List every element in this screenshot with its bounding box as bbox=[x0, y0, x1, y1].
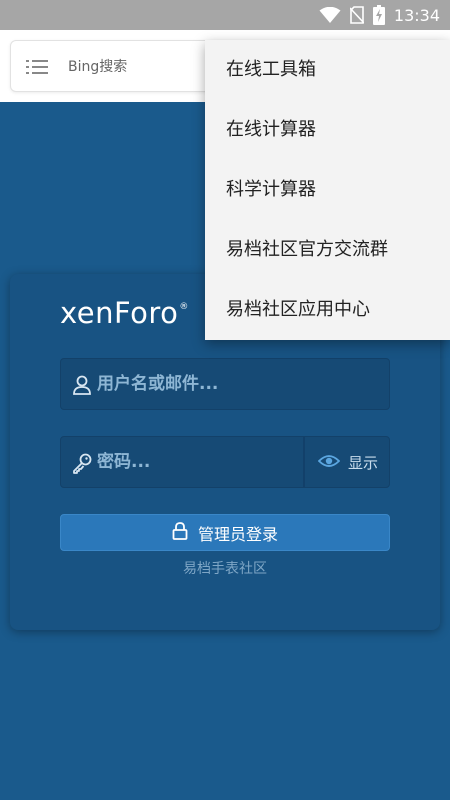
battery-charging-icon bbox=[372, 5, 385, 25]
user-icon bbox=[71, 374, 93, 396]
menu-item-online-toolbox[interactable]: 在线工具箱 bbox=[205, 40, 450, 100]
site-name-footer: 易档手表社区 bbox=[183, 561, 267, 577]
username-field[interactable] bbox=[60, 358, 390, 410]
show-password-toggle[interactable]: 显示 bbox=[305, 437, 391, 487]
menu-item-community-group[interactable]: 易档社区官方交流群 bbox=[205, 220, 450, 280]
no-sim-icon bbox=[349, 6, 364, 24]
menu-item-online-calculator[interactable]: 在线计算器 bbox=[205, 100, 450, 160]
admin-login-label: 管理员登录 bbox=[197, 524, 278, 544]
status-icons: 13:34 bbox=[319, 0, 440, 30]
xenforo-logo: xenForo® bbox=[60, 296, 189, 330]
status-bar: 13:34 bbox=[0, 0, 450, 30]
list-menu-icon[interactable] bbox=[26, 58, 48, 76]
logo-registered-mark: ® bbox=[179, 302, 189, 312]
username-input[interactable] bbox=[97, 359, 347, 409]
admin-login-button[interactable]: 管理员登录 bbox=[60, 514, 390, 551]
key-icon bbox=[71, 452, 93, 474]
logo-text: xenForo bbox=[60, 296, 179, 330]
show-password-label: 显示 bbox=[347, 453, 378, 472]
eye-icon bbox=[317, 453, 341, 472]
overflow-menu: 在线工具箱 在线计算器 科学计算器 易档社区官方交流群 易档社区应用中心 bbox=[205, 40, 450, 340]
status-clock: 13:34 bbox=[393, 5, 440, 25]
menu-item-app-center[interactable]: 易档社区应用中心 bbox=[205, 280, 450, 340]
password-field[interactable]: 显示 bbox=[60, 436, 390, 488]
wifi-icon bbox=[319, 7, 341, 23]
search-input[interactable]: Bing搜索 bbox=[68, 41, 127, 93]
password-input[interactable] bbox=[97, 437, 297, 487]
lock-icon bbox=[172, 521, 188, 544]
menu-item-scientific-calculator[interactable]: 科学计算器 bbox=[205, 160, 450, 220]
